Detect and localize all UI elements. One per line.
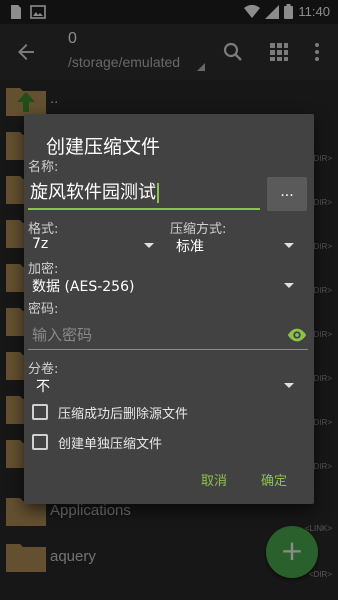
- checkbox-box: [32, 434, 48, 450]
- delete-after-label: 压缩成功后删除源文件: [58, 407, 189, 422]
- split-value: 不: [36, 379, 50, 395]
- compression-value: 标准: [176, 239, 204, 255]
- archive-name-value: 旋风软件园测试: [30, 182, 156, 203]
- dropdown-arrow-icon: [284, 283, 294, 288]
- text-caret: [157, 183, 159, 203]
- encryption-value: 数据 (AES-256): [32, 279, 135, 295]
- dropdown-arrow-icon: [284, 243, 294, 248]
- delete-after-checkbox[interactable]: 压缩成功后删除源文件: [32, 402, 302, 424]
- split-select[interactable]: 不: [36, 374, 294, 398]
- cancel-button[interactable]: 取消: [201, 470, 227, 489]
- checkbox-box: [32, 404, 48, 420]
- dropdown-arrow-icon: [284, 383, 294, 388]
- browse-button[interactable]: ...: [267, 177, 307, 211]
- create-archive-dialog: 创建压缩文件 名称: 旋风软件园测试 ... 格式: 7z 压缩方式: 标准 加…: [24, 114, 314, 504]
- password-field[interactable]: 输入密码: [28, 322, 308, 350]
- separate-archives-label: 创建单独压缩文件: [58, 437, 163, 452]
- dialog-title: 创建压缩文件: [46, 136, 161, 158]
- password-label: 密码:: [28, 302, 59, 317]
- archive-name-input[interactable]: 旋风软件园测试: [28, 178, 260, 210]
- dropdown-arrow-icon: [144, 243, 154, 248]
- format-value: 7z: [32, 236, 49, 252]
- ok-button[interactable]: 确定: [261, 470, 287, 489]
- eye-icon[interactable]: [286, 324, 308, 346]
- name-label: 名称:: [28, 160, 59, 175]
- format-select[interactable]: 7z: [32, 234, 154, 258]
- separate-archives-checkbox[interactable]: 创建单独压缩文件: [32, 432, 302, 454]
- encryption-select[interactable]: 数据 (AES-256): [32, 274, 294, 298]
- password-placeholder: 输入密码: [32, 326, 93, 344]
- compression-select[interactable]: 标准: [176, 234, 294, 258]
